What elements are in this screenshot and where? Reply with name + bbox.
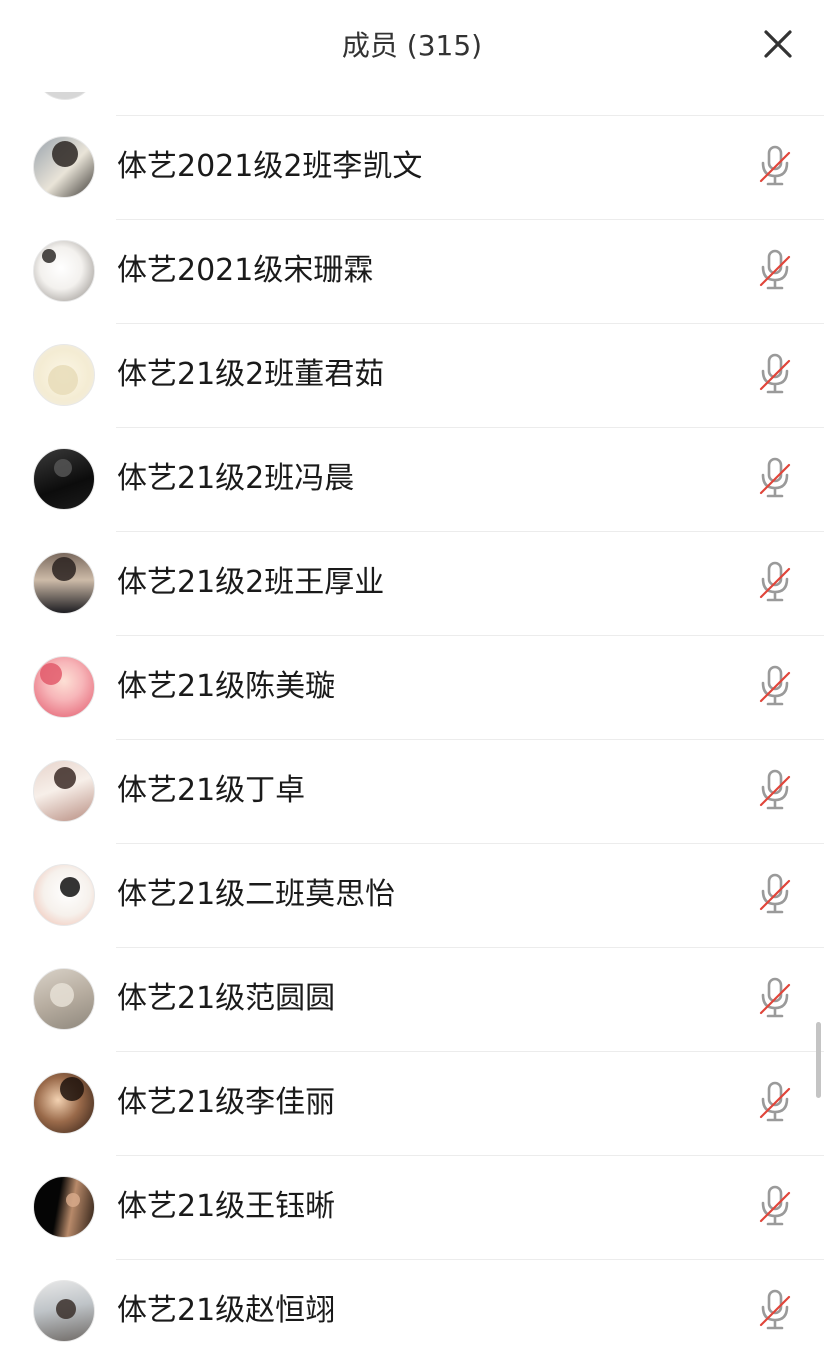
member-row[interactable]: 体艺2021级宋珊霖 [0, 219, 824, 323]
mic-muted-icon[interactable] [758, 457, 792, 499]
avatar[interactable] [33, 1072, 95, 1134]
row-divider [116, 427, 824, 428]
avatar-detail [48, 365, 78, 395]
member-name: 体艺21级2班冯晨 [117, 461, 355, 496]
avatar-detail [54, 767, 76, 789]
avatar-detail [56, 1299, 76, 1319]
avatar-detail [40, 663, 62, 685]
member-row[interactable]: 体艺2021级2班李凯文 [0, 115, 824, 219]
member-name: 体艺21级李佳丽 [117, 1085, 336, 1120]
mic-muted-icon[interactable] [758, 1185, 792, 1227]
row-divider [116, 635, 824, 636]
avatar[interactable] [33, 760, 95, 822]
member-row[interactable]: 体艺21级李佳丽 [0, 1051, 824, 1155]
avatar-detail [42, 249, 56, 263]
avatar-detail [66, 1193, 80, 1207]
member-name: 体艺21级2班王厚业 [117, 565, 385, 600]
mic-muted-icon[interactable] [758, 977, 792, 1019]
avatar-detail [52, 557, 76, 581]
close-icon [764, 30, 792, 58]
member-name: 体艺21级范圆圆 [117, 981, 336, 1016]
avatar[interactable] [33, 552, 95, 614]
mic-muted-icon[interactable] [758, 665, 792, 707]
member-row[interactable]: 体艺21级丁卓 [0, 739, 824, 843]
row-divider [116, 947, 824, 948]
avatar[interactable] [33, 240, 95, 302]
row-divider [116, 115, 824, 116]
avatar-detail [60, 877, 80, 897]
avatar-detail [52, 141, 78, 167]
avatar[interactable] [33, 1176, 95, 1238]
row-divider [116, 1259, 824, 1260]
mic-muted-icon[interactable] [758, 1081, 792, 1123]
mic-muted-icon[interactable] [758, 873, 792, 915]
member-name: 体艺21级王钰晰 [117, 1189, 336, 1224]
member-row[interactable]: 体艺21级王钰晰 [0, 1155, 824, 1259]
mic-muted-icon[interactable] [758, 561, 792, 603]
scrollbar[interactable] [816, 1022, 821, 1098]
member-row[interactable]: 体艺21级赵恒翊 [0, 1259, 824, 1363]
row-divider [116, 219, 824, 220]
row-divider [116, 1051, 824, 1052]
avatar-detail [54, 459, 72, 477]
member-name: 体艺2021级2班李凯文 [117, 149, 423, 184]
avatar[interactable] [33, 136, 95, 198]
member-list: 体艺2021级2班李凯文 体艺2021级宋珊霖 体艺21级2班董君茹 体艺21级2班冯… [0, 115, 824, 1363]
row-divider [116, 1155, 824, 1156]
mic-muted-icon[interactable] [758, 769, 792, 811]
avatar[interactable] [33, 968, 95, 1030]
avatar[interactable] [33, 864, 95, 926]
mic-muted-icon[interactable] [758, 145, 792, 187]
panel-header: 成员 (315) [0, 0, 824, 92]
member-name: 体艺2021级宋珊霖 [117, 253, 374, 288]
avatar[interactable] [33, 1280, 95, 1342]
members-panel: 成员 (315) 体艺2021级2班李凯文 体艺2021级宋珊霖 体艺21级2班董君… [0, 0, 824, 1365]
member-row[interactable]: 体艺21级2班王厚业 [0, 531, 824, 635]
row-divider [116, 739, 824, 740]
mic-muted-icon[interactable] [758, 1289, 792, 1331]
avatar-detail [50, 983, 74, 1007]
member-row[interactable]: 体艺21级陈美璇 [0, 635, 824, 739]
member-row[interactable]: 体艺21级2班冯晨 [0, 427, 824, 531]
member-name: 体艺21级赵恒翊 [117, 1293, 336, 1328]
avatar[interactable] [33, 656, 95, 718]
member-name: 体艺21级二班莫思怡 [117, 877, 396, 912]
row-divider [116, 531, 824, 532]
avatar-detail [60, 1077, 84, 1101]
page-title: 成员 (315) [341, 29, 483, 62]
row-divider [116, 843, 824, 844]
avatar[interactable] [33, 344, 95, 406]
member-row[interactable]: 体艺21级二班莫思怡 [0, 843, 824, 947]
avatar[interactable] [33, 448, 95, 510]
member-name: 体艺21级丁卓 [117, 773, 306, 808]
member-row[interactable]: 体艺21级范圆圆 [0, 947, 824, 1051]
close-button[interactable] [756, 22, 800, 66]
member-row[interactable]: 体艺21级2班董君茹 [0, 323, 824, 427]
mic-muted-icon[interactable] [758, 249, 792, 291]
member-name: 体艺21级2班董君茹 [117, 357, 385, 392]
row-divider [116, 323, 824, 324]
member-name: 体艺21级陈美璇 [117, 669, 336, 704]
mic-muted-icon[interactable] [758, 353, 792, 395]
